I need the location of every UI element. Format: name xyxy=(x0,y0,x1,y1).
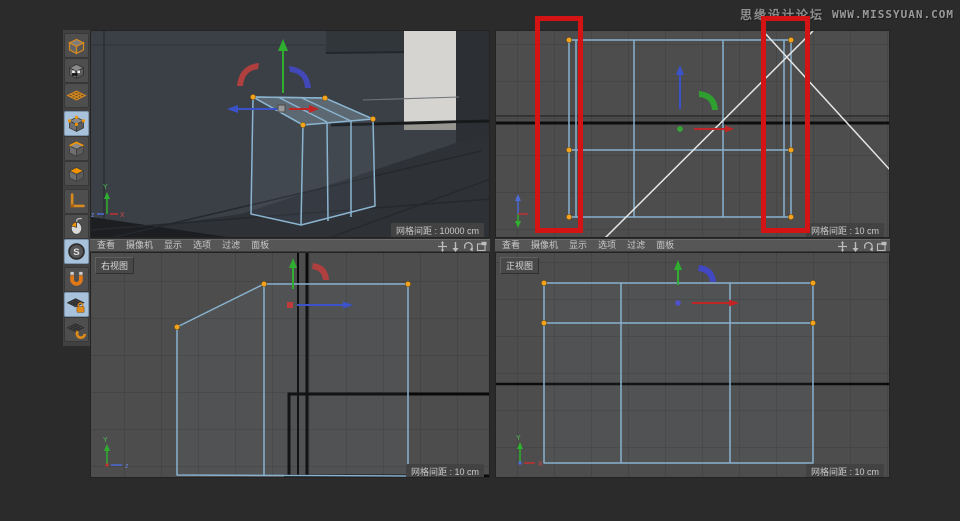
gizmo-rotate-band[interactable] xyxy=(698,265,716,282)
menu-cameras[interactable]: 摄像机 xyxy=(126,240,153,251)
front-canvas: Y X xyxy=(496,260,889,468)
cube-points-icon xyxy=(67,115,86,133)
menu-filter[interactable]: 过滤 xyxy=(627,240,645,251)
menu-view[interactable]: 查看 xyxy=(502,240,520,251)
world-axis-indicator xyxy=(515,194,528,228)
annotation-highlight-left-edges xyxy=(535,16,583,233)
pan-icon[interactable] xyxy=(437,241,448,252)
doorway-light xyxy=(404,31,456,124)
plane-lock-icon xyxy=(66,298,85,313)
gizmo-rotate-band[interactable] xyxy=(699,91,718,110)
menu-cameras[interactable]: 摄像机 xyxy=(531,240,558,251)
tool-polygons-mode[interactable] xyxy=(64,161,89,186)
viewport-title[interactable]: 右视图 xyxy=(95,257,135,274)
viewport-perspective[interactable]: Y z X 网格间距 : 10000 cm xyxy=(90,30,490,238)
menu-options[interactable]: 选项 xyxy=(193,240,211,251)
grid-spacing-label: 网格间距 : 10 cm xyxy=(405,464,484,477)
viewport-front[interactable]: Y X 正视图 网格间距 : 10 cm xyxy=(495,252,890,478)
mode-toolbar: S xyxy=(63,30,90,346)
world-axis-indicator: Y X xyxy=(516,435,543,468)
perspective-canvas: Y z X xyxy=(91,31,489,237)
svg-text:Y: Y xyxy=(103,184,108,191)
viewport-right[interactable]: Y z 右视图 网格间距 : 10 cm xyxy=(90,252,490,478)
cube-edges-icon xyxy=(68,141,85,158)
tool-edges-mode[interactable] xyxy=(64,136,89,161)
rotate-icon[interactable] xyxy=(463,241,474,252)
wedge-profile-wireframe[interactable] xyxy=(176,283,409,477)
grid-spacing-label: 网格间距 : 10 cm xyxy=(805,464,884,477)
menu-options[interactable]: 选项 xyxy=(598,240,616,251)
tool-viewport-solo[interactable] xyxy=(64,214,89,239)
cube-checker-icon xyxy=(68,63,85,80)
viewport-menubar-right: 查看 摄像机 显示 选项 过滤 面板 xyxy=(495,239,890,252)
svg-text:Y: Y xyxy=(103,437,108,444)
menu-view[interactable]: 查看 xyxy=(97,240,115,251)
mouse-icon xyxy=(70,217,83,235)
wedge-front-wireframe[interactable] xyxy=(543,282,814,464)
gizmo-rotate-band[interactable] xyxy=(312,263,329,280)
zoom-icon[interactable] xyxy=(850,241,861,252)
snap-letter: S xyxy=(73,247,80,258)
magnet-icon xyxy=(69,271,84,286)
svg-text:Y: Y xyxy=(516,435,521,442)
svg-text:X: X xyxy=(538,461,543,468)
zoom-icon[interactable] xyxy=(450,241,461,252)
right-canvas: Y z xyxy=(103,253,489,477)
menu-filter[interactable]: 过滤 xyxy=(222,240,240,251)
rotate-icon[interactable] xyxy=(863,241,874,252)
tool-texture-mode[interactable] xyxy=(64,58,89,83)
tool-enable-axis[interactable] xyxy=(64,189,89,214)
cube-outline-icon xyxy=(68,38,85,55)
annotation-highlight-right-edges xyxy=(761,16,810,233)
world-axis-indicator: Y z xyxy=(103,437,129,470)
menu-panel[interactable]: 面板 xyxy=(251,240,269,251)
watermark-site-url: WWW.MISSYUAN.COM xyxy=(832,8,954,21)
svg-text:z: z xyxy=(91,212,95,219)
viewport-title[interactable]: 正视图 xyxy=(500,257,540,274)
grid-plane-icon xyxy=(66,90,87,101)
tool-lock-workplane[interactable] xyxy=(64,292,89,317)
svg-text:z: z xyxy=(125,463,129,470)
grid-spacing-label: 网格间距 : 10 cm xyxy=(805,223,884,237)
toggle-view-icon[interactable] xyxy=(876,241,887,252)
wedge-model[interactable] xyxy=(250,96,376,226)
svg-text:X: X xyxy=(120,212,125,219)
tool-workplane-mode[interactable] xyxy=(64,83,89,108)
menu-display[interactable]: 显示 xyxy=(164,240,182,251)
viewport-menubar-left: 查看 摄像机 显示 选项 过滤 面板 xyxy=(90,239,490,252)
grid-spacing-label: 网格间距 : 10000 cm xyxy=(390,223,484,237)
tool-snap-magnet[interactable] xyxy=(64,267,89,292)
tool-points-mode[interactable] xyxy=(64,111,89,136)
camera-frustum-lines xyxy=(604,31,889,237)
cube-polygon-icon xyxy=(68,166,85,183)
menu-panel[interactable]: 面板 xyxy=(656,240,674,251)
pan-icon[interactable] xyxy=(837,241,848,252)
tool-snap-workplane[interactable] xyxy=(64,317,89,342)
tool-enable-snap[interactable]: S xyxy=(64,239,89,264)
snap-s-icon: S xyxy=(68,243,85,260)
tool-model-mode[interactable] xyxy=(64,33,89,58)
axis-icon xyxy=(70,193,85,208)
toggle-view-icon[interactable] xyxy=(476,241,487,252)
plane-magnet-icon xyxy=(66,323,87,339)
menu-display[interactable]: 显示 xyxy=(569,240,587,251)
application-window: 思缘设计论坛 WWW.MISSYUAN.COM S Y z X 网格间距: 1… xyxy=(0,0,960,521)
